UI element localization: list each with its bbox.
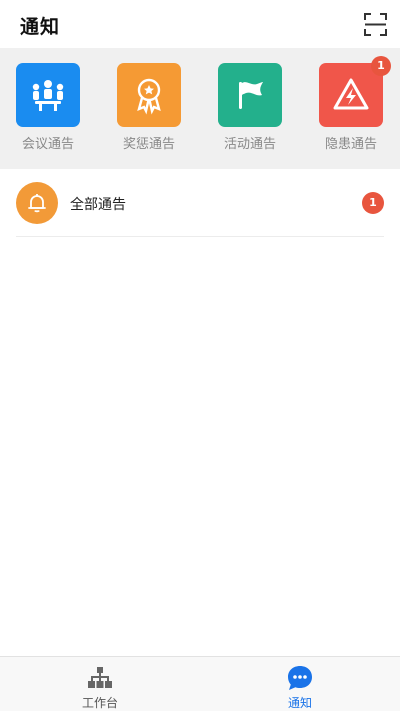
category-label: 活动通告 bbox=[223, 137, 276, 152]
unread-badge: 1 bbox=[371, 56, 391, 76]
all-notices-label: 全部通告 bbox=[70, 197, 126, 213]
tab-workbench[interactable]: 工作台 bbox=[0, 657, 200, 711]
unread-count-badge: 1 bbox=[362, 192, 384, 214]
scan-icon[interactable] bbox=[364, 13, 387, 36]
category-hazard[interactable]: 1 隐患通告 bbox=[315, 56, 391, 158]
category-meeting[interactable]: 会议通告 bbox=[12, 63, 84, 158]
category-tile bbox=[117, 63, 181, 127]
category-label: 会议通告 bbox=[21, 137, 74, 152]
category-tile bbox=[16, 63, 80, 127]
bottom-tab-bar: 工作台 通知 bbox=[0, 656, 400, 711]
category-label: 奖惩通告 bbox=[122, 137, 175, 152]
meeting-icon bbox=[32, 80, 64, 111]
hazard-warning-icon bbox=[333, 78, 369, 110]
bell-icon bbox=[16, 182, 58, 224]
page-title: 通知 bbox=[20, 16, 61, 38]
tab-label: 工作台 bbox=[81, 696, 118, 710]
category-label: 隐患通告 bbox=[324, 137, 377, 152]
tab-label: 通知 bbox=[287, 696, 312, 710]
notice-categories: 会议通告 奖惩通告 活动通告 1 隐患通告 bbox=[0, 48, 400, 169]
workbench-icon bbox=[86, 664, 114, 692]
category-activity[interactable]: 活动通告 bbox=[214, 63, 286, 158]
top-bar: 通知 bbox=[0, 0, 400, 48]
category-tile bbox=[218, 63, 282, 127]
tab-notifications[interactable]: 通知 bbox=[200, 657, 400, 711]
flag-icon bbox=[239, 82, 263, 109]
chat-bubble-icon bbox=[286, 664, 314, 692]
category-award[interactable]: 奖惩通告 bbox=[113, 63, 185, 158]
all-notices-item[interactable]: 全部通告 1 bbox=[16, 170, 384, 237]
award-ribbon-icon bbox=[137, 78, 161, 115]
